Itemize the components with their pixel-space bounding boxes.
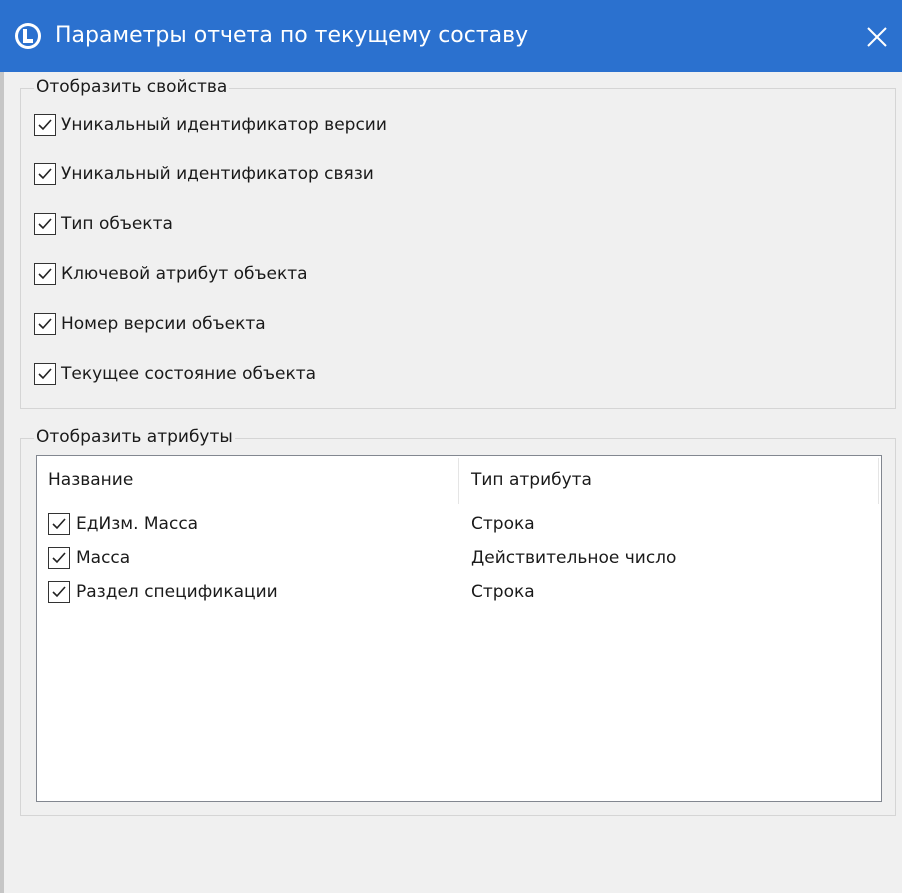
- checkbox-label: Тип объекта: [61, 214, 173, 234]
- row-name: ЕдИзм. Масса: [76, 514, 199, 534]
- checkmark-icon: [52, 552, 66, 564]
- row-checkbox[interactable]: [48, 513, 70, 535]
- checkmark-icon: [38, 119, 52, 131]
- checkmark-icon: [38, 218, 52, 230]
- row-type: Строка: [471, 514, 535, 534]
- checkmark-icon: [38, 318, 52, 330]
- row-name: Раздел спецификации: [76, 582, 278, 602]
- window-title: Параметры отчета по текущему составу: [55, 23, 529, 48]
- app-logo-icon: [14, 22, 42, 50]
- list-header: Название Тип атрибута: [37, 456, 881, 506]
- row-checkbox[interactable]: [48, 581, 70, 603]
- property-checkbox-version-number[interactable]: Номер версии объекта: [34, 311, 266, 337]
- row-type: Строка: [471, 582, 535, 602]
- title-bar[interactable]: Параметры отчета по текущему составу: [0, 0, 902, 72]
- checkbox[interactable]: [34, 263, 56, 285]
- property-checkbox-key-attribute[interactable]: Ключевой атрибут объекта: [34, 261, 308, 287]
- row-name: Масса: [76, 548, 131, 568]
- list-row[interactable]: Раздел спецификации Строка: [37, 576, 881, 610]
- property-checkbox-current-state[interactable]: Текущее состояние объекта: [34, 361, 316, 387]
- checkbox-label: Номер версии объекта: [61, 314, 266, 334]
- checkmark-icon: [52, 586, 66, 598]
- close-button[interactable]: [852, 0, 902, 72]
- checkbox-label: Текущее состояние объекта: [61, 364, 317, 384]
- column-header-type[interactable]: Тип атрибута: [471, 470, 592, 490]
- checkbox-label: Ключевой атрибут объекта: [61, 264, 308, 284]
- checkbox[interactable]: [34, 163, 56, 185]
- checkmark-icon: [38, 268, 52, 280]
- checkbox[interactable]: [34, 313, 56, 335]
- checkmark-icon: [38, 368, 52, 380]
- column-header-name[interactable]: Название: [48, 470, 133, 490]
- checkmark-icon: [38, 168, 52, 180]
- window-left-border: [0, 72, 4, 893]
- attributes-list[interactable]: Название Тип атрибута ЕдИзм. Масса Строк…: [36, 455, 882, 802]
- row-checkbox[interactable]: [48, 547, 70, 569]
- report-params-dialog: Параметры отчета по текущему составу Ото…: [0, 0, 902, 893]
- checkbox[interactable]: [34, 213, 56, 235]
- row-type: Действительное число: [471, 548, 677, 568]
- properties-group-legend: Отобразить свойства: [34, 76, 230, 98]
- column-separator[interactable]: [878, 458, 879, 504]
- list-row[interactable]: Масса Действительное число: [37, 542, 881, 576]
- list-row[interactable]: ЕдИзм. Масса Строка: [37, 508, 881, 542]
- property-checkbox-object-type[interactable]: Тип объекта: [34, 211, 173, 237]
- checkbox-label: Уникальный идентификатор связи: [61, 164, 374, 184]
- checkbox[interactable]: [34, 114, 56, 136]
- column-separator[interactable]: [458, 458, 459, 504]
- property-checkbox-version-id[interactable]: Уникальный идентификатор версии: [34, 112, 387, 138]
- attributes-group-legend: Отобразить атрибуты: [34, 426, 235, 448]
- checkbox[interactable]: [34, 363, 56, 385]
- checkmark-icon: [52, 518, 66, 530]
- checkbox-label: Уникальный идентификатор версии: [61, 115, 387, 135]
- close-icon: [867, 27, 887, 47]
- property-checkbox-link-id[interactable]: Уникальный идентификатор связи: [34, 161, 374, 187]
